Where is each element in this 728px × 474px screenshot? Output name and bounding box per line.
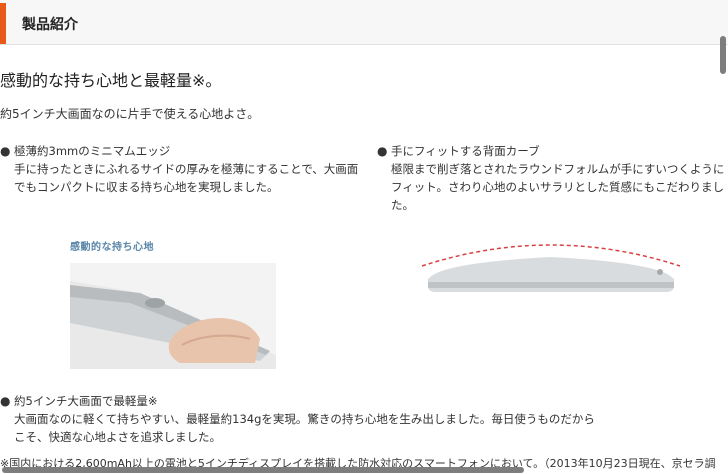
feature-title: 極薄約3mmのミニマムエッジ: [14, 144, 171, 158]
feature-title: 手にフィットする背面カーブ: [391, 144, 540, 158]
subheadline: 約5インチ大画面なのに片手で使える心地よさ。: [0, 107, 260, 121]
feature-description: 極限まで削ぎ落とされたラウンドフォルムが手にすいつくようにフィット。さわり心地の…: [391, 162, 725, 212]
feature-lightweight: ● 約5インチ大画面で最軽量※ 大画面なのに軽くて持ちやすい、最軽量約134gを…: [0, 392, 600, 446]
vertical-scrollbar[interactable]: [720, 36, 726, 74]
hand-holding-phone-image: [70, 263, 276, 369]
feature-description: 手に持ったときにふれるサイドの厚みを極薄にすることで、大画面でもコンパクトに収ま…: [14, 162, 359, 194]
feature-thin-edge: ● 極薄約3mmのミニマムエッジ 手に持ったときにふれるサイドの厚みを極薄にする…: [0, 142, 360, 196]
feature-description: 大画面なのに軽くて持ちやすい、最軽量約134gを実現。驚きの持ち心地を生み出しま…: [14, 412, 595, 444]
section-accent-bar: [0, 3, 6, 44]
phone-side-curve-image: [420, 238, 682, 302]
bullet-icon: ●: [0, 144, 11, 158]
horizontal-scrollbar[interactable]: [2, 467, 524, 473]
section-header: 製品紹介: [0, 0, 728, 45]
feature-title: 約5インチ大画面で最軽量※: [14, 394, 158, 408]
section-title: 製品紹介: [22, 17, 78, 33]
headline: 感動的な持ち心地と最軽量※。: [0, 71, 222, 90]
bullet-icon: ●: [377, 144, 388, 158]
image-caption: 感動的な持ち心地: [70, 242, 154, 253]
feature-back-curve: ● 手にフィットする背面カーブ 極限まで削ぎ落とされたラウンドフォルムが手にすい…: [377, 142, 727, 214]
bullet-icon: ●: [0, 394, 11, 408]
